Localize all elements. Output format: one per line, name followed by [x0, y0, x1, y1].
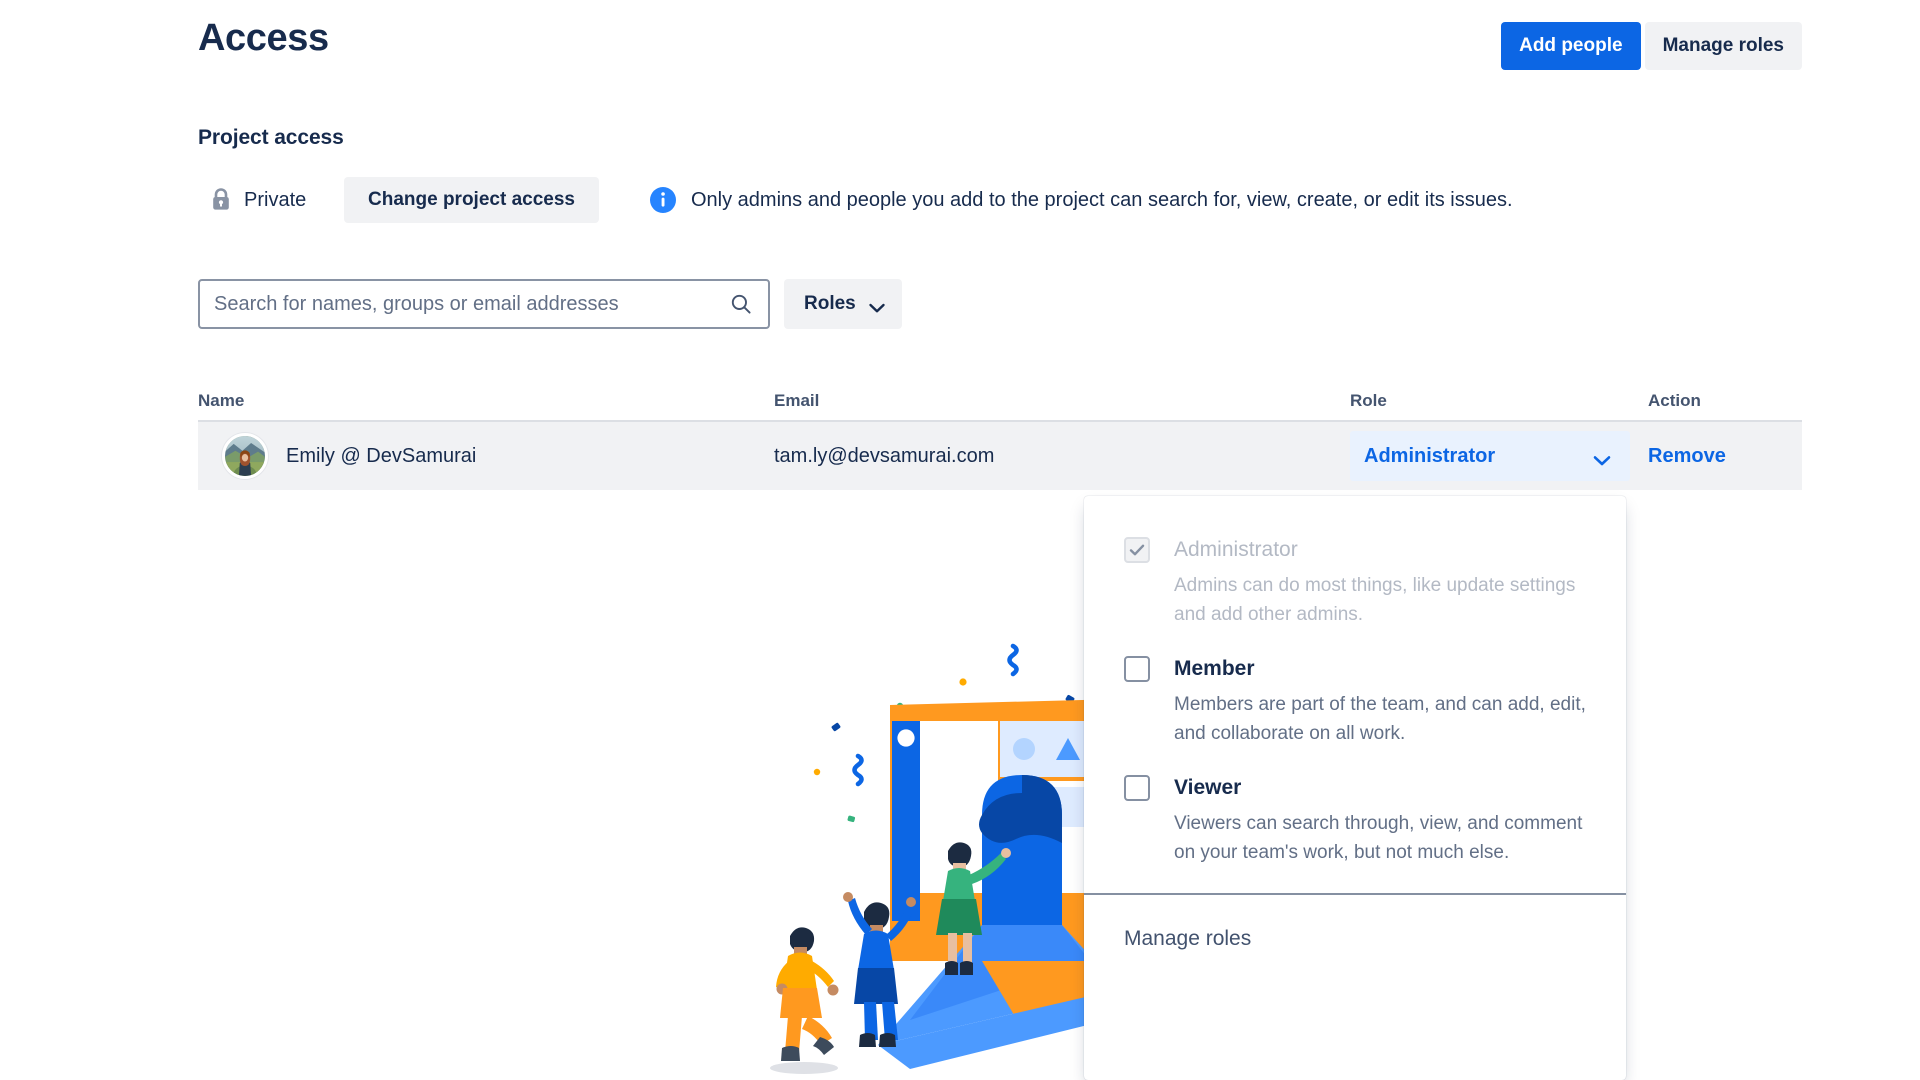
- cell-email: tam.ly@devsamurai.com: [774, 443, 1350, 469]
- privacy-label: Private: [244, 189, 307, 211]
- role-option-administrator: Administrator Admins can do most things,…: [1084, 536, 1626, 629]
- chevron-down-icon: [868, 298, 886, 313]
- role-option-description: Viewers can search through, view, and co…: [1174, 813, 1583, 863]
- search-input[interactable]: [200, 281, 768, 327]
- role-options-list: Administrator Admins can do most things,…: [1084, 496, 1626, 867]
- add-people-button[interactable]: Add people: [1501, 22, 1641, 70]
- role-option-header: Viewer: [1124, 774, 1590, 802]
- role-option-member[interactable]: Member Members are part of the team, and…: [1084, 655, 1626, 748]
- manage-roles-menu-item[interactable]: Manage roles: [1124, 927, 1251, 950]
- role-option-header: Administrator: [1124, 536, 1590, 564]
- filters-bar: Roles: [198, 279, 902, 329]
- role-option-label: Administrator: [1174, 538, 1298, 561]
- checkbox-checked-icon: [1124, 537, 1150, 563]
- project-access-info-text: Only admins and people you add to the pr…: [690, 189, 1513, 211]
- checkbox-unchecked-icon[interactable]: [1124, 656, 1150, 682]
- chevron-down-icon: [1592, 450, 1612, 465]
- change-project-access-button[interactable]: Change project access: [344, 177, 599, 223]
- project-access-section: Project access Private Change project ac…: [198, 124, 1818, 223]
- table-header-row: Name Email Role Action: [198, 382, 1802, 420]
- role-option-description: Admins can do most things, like update s…: [1174, 575, 1576, 625]
- project-access-row: Private Change project access Only admin…: [198, 177, 1818, 223]
- section-title: Project access: [198, 126, 344, 149]
- cell-action: Remove: [1648, 443, 1802, 469]
- project-privacy: Private: [198, 187, 344, 213]
- cell-name: Emily @ DevSamurai: [198, 433, 774, 479]
- role-option-header: Member: [1124, 655, 1590, 683]
- checkbox-unchecked-icon[interactable]: [1124, 775, 1150, 801]
- roles-filter-label: Roles: [804, 293, 856, 314]
- user-name: Emily @ DevSamurai: [286, 445, 477, 467]
- role-option-label: Member: [1174, 657, 1255, 680]
- search-field[interactable]: [198, 279, 770, 329]
- role-option-description: Members are part of the team, and can ad…: [1174, 694, 1586, 744]
- role-dropdown-menu: Administrator Admins can do most things,…: [1084, 496, 1626, 1080]
- role-option-viewer[interactable]: Viewer Viewers can search through, view,…: [1084, 774, 1626, 867]
- manage-roles-button[interactable]: Manage roles: [1644, 22, 1802, 70]
- search-icon: [730, 293, 752, 315]
- avatar: [222, 433, 268, 479]
- project-access-note: Only admins and people you add to the pr…: [649, 186, 1513, 214]
- column-header-name: Name: [198, 391, 245, 410]
- access-settings-page: Access Add people Manage roles Project a…: [0, 0, 1920, 1080]
- role-select-value: Administrator: [1364, 444, 1496, 467]
- info-circle-icon: [649, 186, 677, 214]
- lock-icon: [210, 188, 232, 212]
- roles-filter-button[interactable]: Roles: [784, 279, 902, 329]
- user-email: tam.ly@devsamurai.com: [774, 445, 995, 467]
- access-table: Name Email Role Action Emily @ DevSamura…: [198, 382, 1802, 490]
- table-row: Emily @ DevSamurai tam.ly@devsamurai.com…: [198, 420, 1802, 490]
- cell-role: Administrator: [1350, 431, 1648, 481]
- header-actions: Add people Manage roles: [1501, 22, 1802, 70]
- remove-link[interactable]: Remove: [1648, 445, 1726, 467]
- page-header: Access Add people Manage roles: [198, 14, 1802, 76]
- dropdown-footer: Manage roles: [1084, 895, 1626, 953]
- column-header-email: Email: [774, 391, 820, 410]
- role-option-label: Viewer: [1174, 776, 1242, 799]
- column-header-action: Action: [1648, 391, 1701, 410]
- column-header-role: Role: [1350, 391, 1387, 410]
- role-select[interactable]: Administrator: [1350, 431, 1630, 481]
